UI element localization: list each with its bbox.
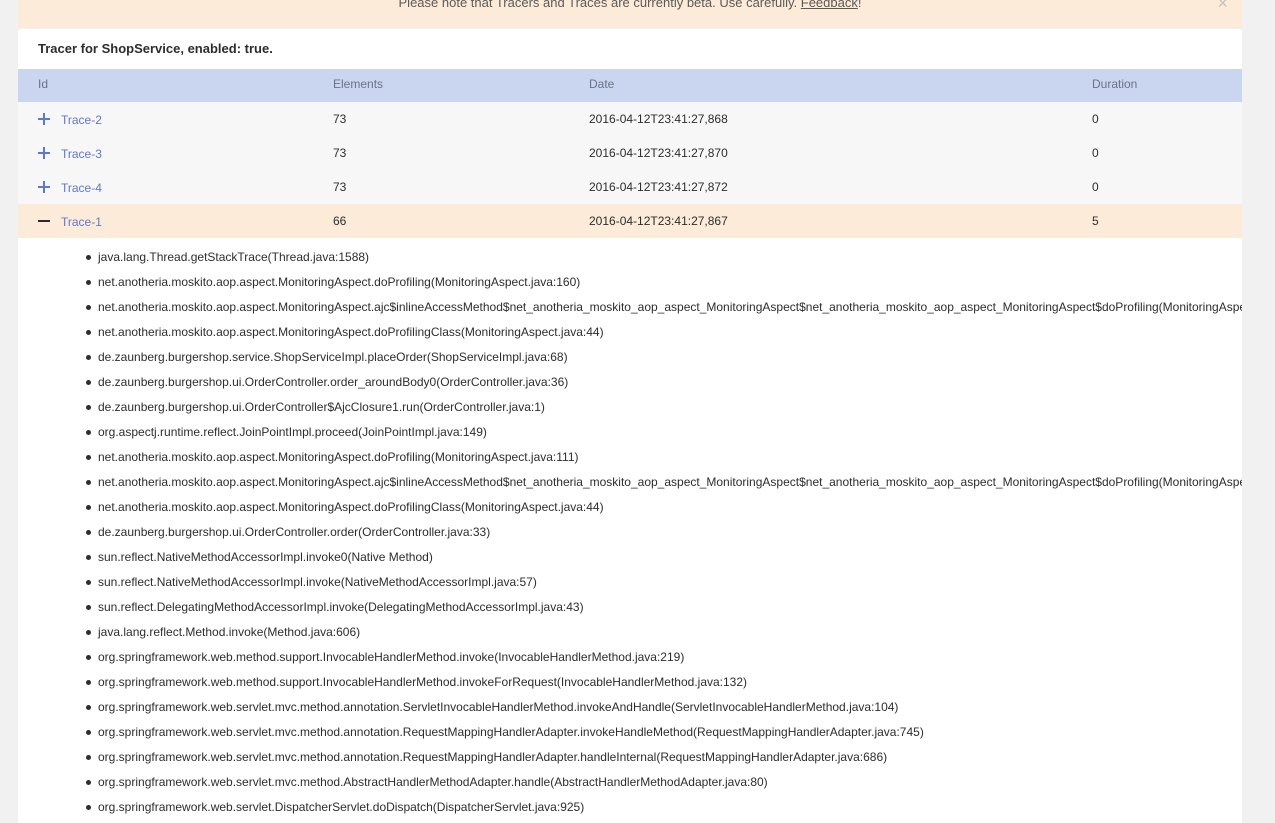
- table-row: Trace-2 73 2016-04-12T23:41:27,868 0: [18, 102, 1242, 136]
- stacktrace-item: net.anotheria.moskito.aop.aspect.Monitor…: [86, 496, 1242, 521]
- stacktrace-item: org.springframework.web.method.support.I…: [86, 671, 1242, 696]
- trace-id-cell: Trace-3: [18, 136, 333, 170]
- stacktrace-list: java.lang.Thread.getStackTrace(Thread.ja…: [18, 238, 1242, 821]
- stacktrace-item: de.zaunberg.burgershop.ui.OrderControlle…: [86, 521, 1242, 546]
- column-header-date[interactable]: Date: [589, 69, 1092, 102]
- stacktrace-item: sun.reflect.NativeMethodAccessorImpl.inv…: [86, 546, 1242, 571]
- page: Please note that Tracers and Traces are …: [0, 0, 1275, 823]
- elements-cell: 73: [333, 180, 347, 194]
- stacktrace-item: org.springframework.web.method.support.I…: [86, 646, 1242, 671]
- date-cell: 2016-04-12T23:41:27,867: [589, 214, 728, 228]
- duration-cell: 5: [1092, 214, 1099, 228]
- date-cell: 2016-04-12T23:41:27,868: [589, 112, 728, 126]
- table-row: Trace-3 73 2016-04-12T23:41:27,870 0: [18, 136, 1242, 170]
- date-cell: 2016-04-12T23:41:27,872: [589, 180, 728, 194]
- stacktrace-item: org.springframework.web.servlet.Dispatch…: [86, 796, 1242, 821]
- stacktrace-item: org.springframework.web.servlet.mvc.meth…: [86, 721, 1242, 746]
- trace-link[interactable]: Trace-4: [61, 171, 102, 205]
- duration-cell: 0: [1092, 180, 1099, 194]
- beta-notice-trailing: !: [857, 0, 862, 10]
- trace-table-header: Id Elements Date Duration: [18, 69, 1242, 102]
- trace-id-cell: Trace-2: [18, 102, 333, 136]
- stacktrace-item: java.lang.reflect.Method.invoke(Method.j…: [86, 621, 1242, 646]
- stacktrace-item: org.aspectj.runtime.reflect.JoinPointImp…: [86, 421, 1242, 446]
- tracer-title: Tracer for ShopService, enabled: true.: [38, 41, 273, 56]
- trace-link[interactable]: Trace-2: [61, 103, 102, 137]
- stacktrace-item: de.zaunberg.burgershop.service.ShopServi…: [86, 346, 1242, 371]
- stacktrace-item: net.anotheria.moskito.aop.aspect.Monitor…: [86, 321, 1242, 346]
- close-icon[interactable]: ×: [1217, 0, 1228, 12]
- date-cell: 2016-04-12T23:41:27,870: [589, 146, 728, 160]
- beta-notice-text-wrap: Please note that Tracers and Traces are …: [18, 0, 1242, 10]
- elements-cell: 66: [333, 214, 347, 228]
- stacktrace-item: de.zaunberg.burgershop.ui.OrderControlle…: [86, 396, 1242, 421]
- expand-plus-icon[interactable]: [38, 113, 50, 125]
- stacktrace-item: org.springframework.web.servlet.mvc.meth…: [86, 771, 1242, 796]
- duration-cell: 0: [1092, 146, 1099, 160]
- table-row-expanded: Trace-1 66 2016-04-12T23:41:27,867 5: [18, 204, 1242, 238]
- expand-plus-icon[interactable]: [38, 181, 50, 193]
- expand-plus-icon[interactable]: [38, 147, 50, 159]
- stacktrace-item: net.anotheria.moskito.aop.aspect.Monitor…: [86, 271, 1242, 296]
- stacktrace-item: org.springframework.web.servlet.mvc.meth…: [86, 696, 1242, 721]
- stacktrace-item: java.lang.Thread.getStackTrace(Thread.ja…: [86, 246, 1242, 271]
- trace-link[interactable]: Trace-3: [61, 137, 102, 171]
- trace-id-cell: Trace-4: [18, 170, 333, 204]
- column-header-elements[interactable]: Elements: [333, 69, 589, 102]
- stacktrace-item: org.springframework.web.servlet.mvc.meth…: [86, 746, 1242, 771]
- beta-notice-text: Please note that Tracers and Traces are …: [398, 0, 798, 10]
- tracer-panel: Tracer for ShopService, enabled: true. I…: [18, 29, 1242, 823]
- trace-id-cell: Trace-1: [18, 204, 333, 238]
- column-header-duration[interactable]: Duration: [1092, 69, 1242, 102]
- table-row: Trace-4 73 2016-04-12T23:41:27,872 0: [18, 170, 1242, 204]
- elements-cell: 73: [333, 112, 347, 126]
- stacktrace-item: net.anotheria.moskito.aop.aspect.Monitor…: [86, 446, 1242, 471]
- feedback-link[interactable]: Feedback: [801, 0, 858, 10]
- trace-link[interactable]: Trace-1: [61, 205, 102, 239]
- stacktrace-item: net.anotheria.moskito.aop.aspect.Monitor…: [86, 296, 1242, 321]
- stacktrace-item: sun.reflect.DelegatingMethodAccessorImpl…: [86, 596, 1242, 621]
- duration-cell: 0: [1092, 112, 1099, 126]
- stacktrace-item: sun.reflect.NativeMethodAccessorImpl.inv…: [86, 571, 1242, 596]
- beta-notice-banner: Please note that Tracers and Traces are …: [18, 0, 1242, 28]
- collapse-minus-icon[interactable]: [38, 215, 50, 227]
- elements-cell: 73: [333, 146, 347, 160]
- stacktrace-item: de.zaunberg.burgershop.ui.OrderControlle…: [86, 371, 1242, 396]
- column-header-id[interactable]: Id: [18, 69, 333, 102]
- stacktrace-item: net.anotheria.moskito.aop.aspect.Monitor…: [86, 471, 1242, 496]
